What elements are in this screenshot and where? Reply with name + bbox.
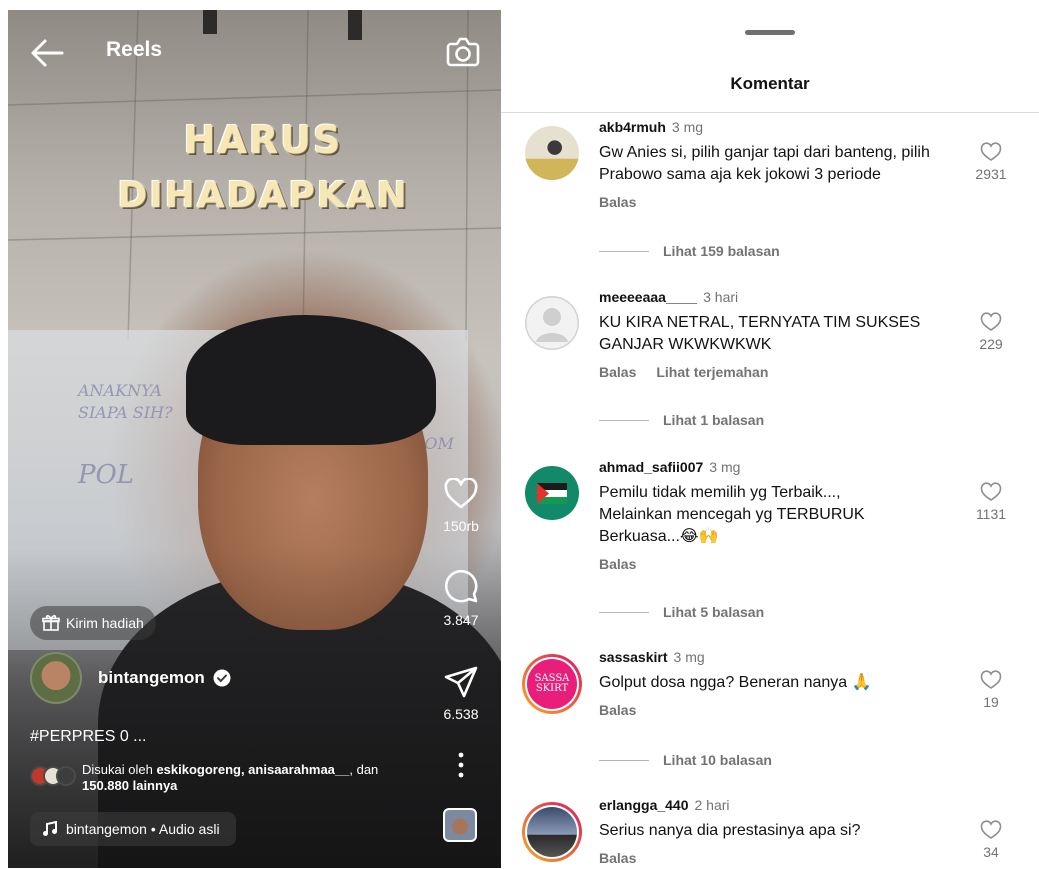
liked-by-line[interactable]: Disukai oleh eskikogoreng, anisaarahmaa_… (30, 762, 378, 794)
view-replies-button[interactable]: Lihat 1 balasan (599, 412, 764, 428)
comment-username[interactable]: sassaskirt (599, 649, 668, 665)
share-action[interactable]: 6.538 (421, 666, 501, 722)
paper-plane-icon[interactable] (444, 666, 478, 698)
comment-like-count: 34 (983, 844, 999, 860)
comment-text: Gw Anies si, pilih ganjar tapi dari bant… (599, 144, 930, 183)
comments-sheet: Komentar akb4rmuh 3 mg Gw Anies si, pilih… (501, 8, 1039, 869)
heart-icon[interactable] (980, 482, 1002, 502)
comment-time: 3 hari (703, 289, 739, 305)
comment-avatar[interactable] (525, 126, 579, 180)
music-note-icon (43, 821, 57, 836)
comment-time: 3 mg (673, 649, 705, 665)
comment-bubble-icon[interactable] (443, 568, 479, 604)
audio-button[interactable]: bintangemon • Audio asli (30, 812, 236, 846)
sheet-drag-handle[interactable] (745, 30, 795, 35)
reply-button[interactable]: Balas (599, 194, 636, 210)
comment-avatar[interactable] (525, 296, 579, 350)
comment-text: Golput dosa ngga? Beneran nanya 🙏 (599, 674, 872, 691)
comment-like[interactable]: 1131 (971, 482, 1011, 522)
share-count: 6.538 (443, 706, 479, 722)
comment-count: 3.847 (443, 612, 479, 628)
comment-like-count: 19 (983, 694, 999, 710)
heart-icon[interactable] (980, 820, 1002, 840)
comment-text: Serius nanya dia prestasinya apa si? (599, 822, 861, 839)
post-caption[interactable]: #PERPRES 0 ... (30, 728, 147, 746)
default-avatar-icon (525, 296, 579, 350)
reel-video-panel[interactable]: ANAKNYA SIAPA SIH? POL MOM HARUS DIHADAP… (8, 10, 501, 868)
creator-row[interactable]: bintangemon (30, 650, 231, 706)
creator-avatar[interactable] (30, 652, 82, 704)
comment-like[interactable]: 2931 (971, 142, 1011, 182)
creator-username[interactable]: bintangemon (98, 668, 205, 688)
reply-button[interactable]: Balas (599, 556, 636, 572)
comment-username[interactable]: erlangga_440 (599, 797, 689, 813)
heart-icon[interactable] (980, 312, 1002, 332)
view-replies-button[interactable]: Lihat 159 balasan (599, 243, 780, 259)
back-arrow-icon[interactable] (30, 38, 64, 68)
translate-button[interactable]: Lihat terjemahan (656, 364, 768, 380)
comment-username[interactable]: meeeeaaa____ (599, 289, 697, 305)
page-title: Reels (106, 38, 163, 61)
reply-button[interactable]: Balas (599, 702, 636, 718)
reply-button[interactable]: Balas (599, 850, 636, 866)
view-replies-button[interactable]: Lihat 10 balasan (599, 752, 772, 768)
view-replies-button[interactable]: Lihat 5 balasan (599, 604, 764, 620)
comment-like[interactable]: 19 (971, 670, 1011, 710)
reply-button[interactable]: Balas (599, 364, 636, 380)
overlay-text-line1: HARUS (183, 118, 343, 162)
reels-top-bar: Reels (8, 32, 501, 72)
liked-by-text: Disukai oleh eskikogoreng, anisaarahmaa_… (82, 762, 379, 793)
comment-text: KU KIRA NETRAL, TERNYATA TIM SUKSES GANJ… (599, 314, 921, 353)
comment-avatar-story-ring[interactable]: SASSA SKIRT (522, 654, 582, 714)
audio-label: bintangemon • Audio asli (66, 821, 220, 837)
comment-avatar-story-ring[interactable] (522, 802, 582, 862)
comment-like-count: 1131 (975, 506, 1007, 522)
heart-icon[interactable] (444, 478, 478, 510)
camera-icon[interactable] (445, 34, 481, 70)
comment-text: Pemilu tidak memilih yg Terbaik..., Mela… (599, 484, 865, 545)
comment-like-count: 2931 (975, 166, 1007, 182)
palestine-flag-icon (537, 483, 567, 504)
comment-time: 2 hari (694, 797, 730, 813)
gift-label: Kirim hadiah (66, 615, 144, 631)
like-count: 150rb (443, 518, 479, 534)
overlay-text-line2: DIHADAPKAN (117, 175, 409, 216)
comment-like-count: 229 (979, 336, 1003, 352)
person-hair (186, 315, 436, 445)
like-action[interactable]: 150rb (421, 478, 501, 534)
sheet-title: Komentar (730, 74, 810, 93)
audio-thumbnail[interactable] (443, 808, 477, 842)
comment-time: 3 mg (671, 119, 704, 135)
comment-username[interactable]: akb4rmuh (599, 119, 666, 135)
heart-icon[interactable] (980, 142, 1002, 162)
heart-icon[interactable] (980, 670, 1002, 690)
avatar-logo-text: SKIRT (535, 683, 569, 694)
whiteboard-writing: ANAKNYA SIAPA SIH? POL (78, 381, 173, 490)
comment-like[interactable]: 34 (971, 820, 1011, 860)
more-vertical-icon[interactable] (455, 750, 467, 780)
divider (501, 112, 1039, 113)
comment-username[interactable]: ahmad_safii007 (599, 459, 703, 475)
comment-time: 3 mg (709, 459, 741, 475)
send-gift-button[interactable]: Kirim hadiah (30, 606, 156, 640)
gift-icon (42, 615, 60, 631)
comment-action[interactable]: 3.847 (421, 568, 501, 628)
comment-like[interactable]: 229 (971, 312, 1011, 352)
comment-avatar[interactable] (525, 466, 579, 520)
liked-by-avatars (30, 766, 76, 788)
verified-badge-icon (213, 669, 231, 687)
